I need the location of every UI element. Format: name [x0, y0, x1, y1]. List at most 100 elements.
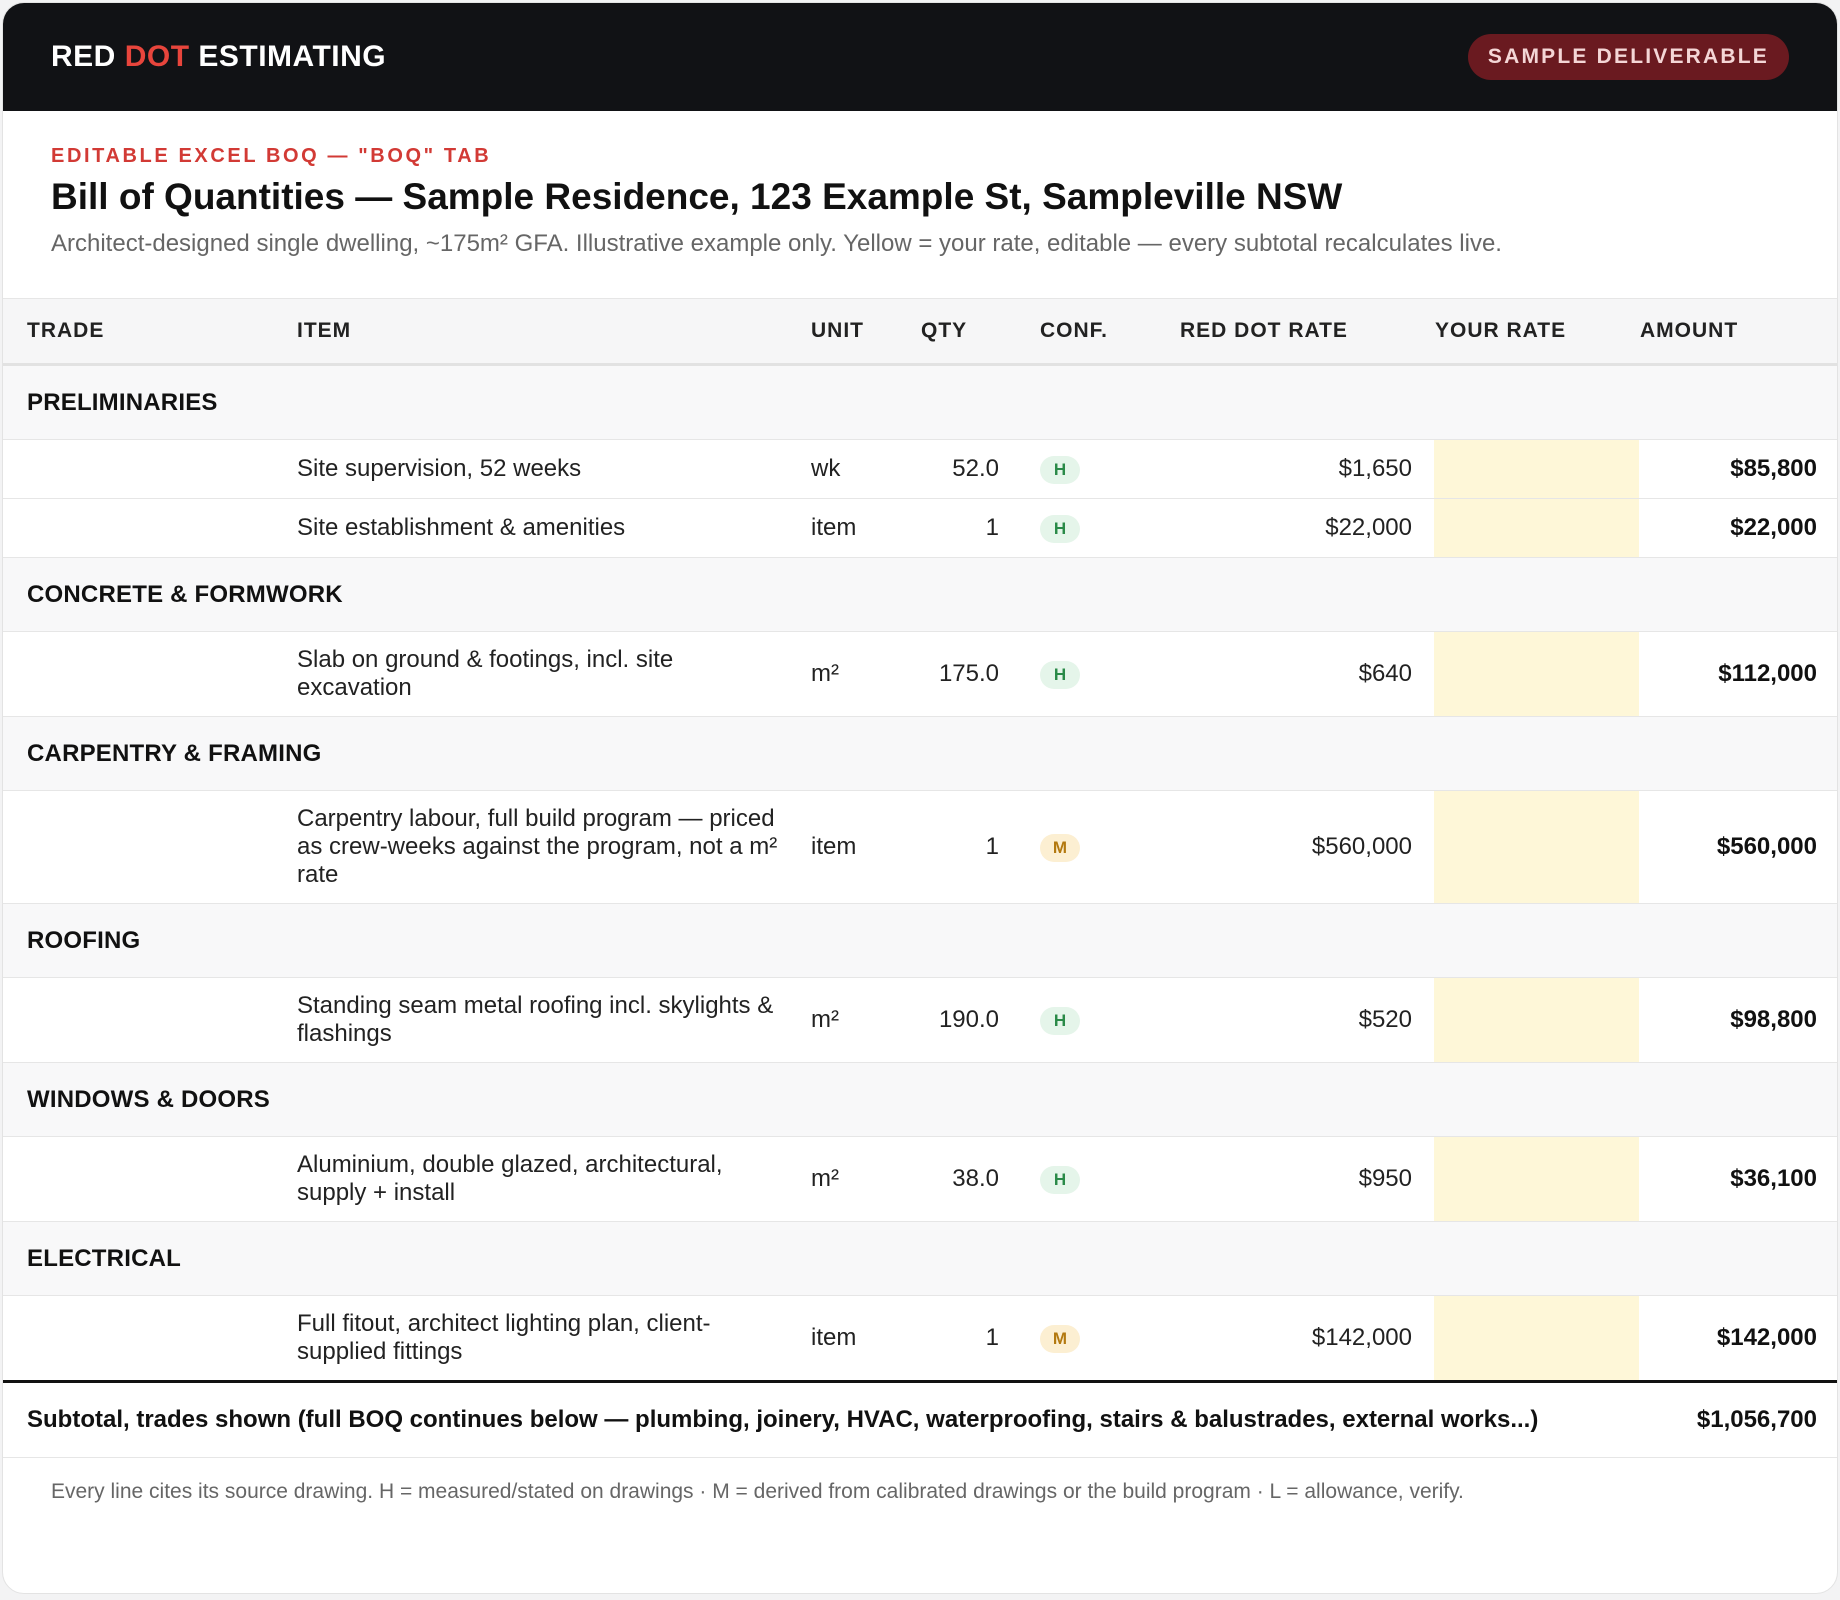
- red-dot-rate-cell: $560,000: [1179, 790, 1434, 904]
- red-dot-rate-cell: $520: [1179, 977, 1434, 1063]
- col-header-item: ITEM: [296, 298, 810, 366]
- trade-cell: [3, 977, 296, 1063]
- page-title: Bill of Quantities — Sample Residence, 1…: [51, 176, 1343, 217]
- conf-cell: M: [1039, 1295, 1179, 1382]
- trade-cell: [3, 790, 296, 904]
- qty-cell: 1: [920, 1295, 1039, 1382]
- amount-cell: $142,000: [1639, 1295, 1837, 1382]
- subtotal-row: Subtotal, trades shown (full BOQ continu…: [3, 1380, 1837, 1458]
- unit-cell: m²: [810, 1136, 920, 1222]
- trade-group-label: CARPENTRY & FRAMING: [3, 716, 1837, 791]
- table-row: Aluminium, double glazed, architectural,…: [3, 1136, 1837, 1222]
- subtotal-label: Subtotal, trades shown (full BOQ continu…: [3, 1380, 1639, 1458]
- trade-cell: [3, 631, 296, 717]
- col-header-trade: TRADE: [3, 298, 296, 366]
- footer-note: Every line cites its source drawing. H =…: [51, 1480, 1464, 1503]
- amount-cell: $98,800: [1639, 977, 1837, 1063]
- trade-cell: [3, 1295, 296, 1382]
- trade-group-row: CONCRETE & FORMWORK: [3, 557, 1837, 632]
- qty-cell: 38.0: [920, 1136, 1039, 1222]
- trade-group-label: WINDOWS & DOORS: [3, 1062, 1837, 1137]
- your-rate-input-cell[interactable]: [1434, 1136, 1639, 1222]
- your-rate-input-cell[interactable]: [1434, 498, 1639, 558]
- item-cell: Full fitout, architect lighting plan, cl…: [296, 1295, 810, 1382]
- trade-cell: [3, 1136, 296, 1222]
- red-dot-rate-cell: $640: [1179, 631, 1434, 717]
- your-rate-input-cell[interactable]: [1434, 439, 1639, 499]
- red-dot-rate-cell: $142,000: [1179, 1295, 1434, 1382]
- confidence-badge: H: [1040, 456, 1080, 484]
- table-header-row: TRADE ITEM UNIT QTY CONF. RED DOT RATE Y…: [3, 298, 1837, 366]
- table-row: Site supervision, 52 weeks wk 52.0 H $1,650 $…: [3, 439, 1837, 499]
- boq-body: PRELIMINARIES Site supervision, 52 weeks w…: [3, 364, 1837, 1382]
- qty-cell: 175.0: [920, 631, 1039, 717]
- confidence-badge: H: [1040, 515, 1080, 543]
- your-rate-input-cell[interactable]: [1434, 1295, 1639, 1382]
- table-row: Full fitout, architect lighting plan, cl…: [3, 1295, 1837, 1382]
- trade-group-row: WINDOWS & DOORS: [3, 1062, 1837, 1137]
- unit-cell: item: [810, 790, 920, 904]
- item-cell: Aluminium, double glazed, architectural,…: [296, 1136, 810, 1222]
- amount-cell: $36,100: [1639, 1136, 1837, 1222]
- conf-cell: H: [1039, 1136, 1179, 1222]
- trade-cell: [3, 498, 296, 558]
- confidence-badge: M: [1040, 1325, 1080, 1353]
- item-cell: Slab on ground & footings, incl. site ex…: [296, 631, 810, 717]
- document-header: EDITABLE EXCEL BOQ — "BOQ" TAB Bill of Q…: [3, 111, 1837, 258]
- col-header-conf: CONF.: [1039, 298, 1179, 366]
- brand-logo: RED DOT ESTIMATING: [51, 40, 387, 73]
- trade-group-label: ROOFING: [3, 903, 1837, 978]
- col-header-qty: QTY: [920, 298, 1039, 366]
- your-rate-input-cell[interactable]: [1434, 631, 1639, 717]
- qty-cell: 1: [920, 790, 1039, 904]
- qty-cell: 190.0: [920, 977, 1039, 1063]
- trade-group-label: CONCRETE & FORMWORK: [3, 557, 1837, 632]
- amount-cell: $85,800: [1639, 439, 1837, 499]
- trade-cell: [3, 439, 296, 499]
- unit-cell: m²: [810, 631, 920, 717]
- conf-cell: H: [1039, 631, 1179, 717]
- red-dot-rate-cell: $1,650: [1179, 439, 1434, 499]
- boq-card: RED DOT ESTIMATING SAMPLE DELIVERABLE ED…: [2, 2, 1838, 1594]
- trade-group-row: ELECTRICAL: [3, 1221, 1837, 1296]
- table-row: Site establishment & amenities item 1 H $22,…: [3, 498, 1837, 558]
- your-rate-input-cell[interactable]: [1434, 790, 1639, 904]
- item-cell: Site establishment & amenities: [296, 498, 810, 558]
- red-dot-rate-cell: $22,000: [1179, 498, 1434, 558]
- conf-cell: H: [1039, 439, 1179, 499]
- trade-group-row: CARPENTRY & FRAMING: [3, 716, 1837, 791]
- subtotal-amount: $1,056,700: [1639, 1380, 1837, 1458]
- trade-group-label: ELECTRICAL: [3, 1221, 1837, 1296]
- sample-deliverable-badge: SAMPLE DELIVERABLE: [1467, 34, 1789, 80]
- unit-cell: item: [810, 498, 920, 558]
- trade-group-label: PRELIMINARIES: [3, 364, 1837, 440]
- col-header-red-dot-rate: RED DOT RATE: [1179, 298, 1434, 366]
- conf-cell: M: [1039, 790, 1179, 904]
- table-row: Slab on ground & footings, incl. site ex…: [3, 631, 1837, 717]
- conf-cell: H: [1039, 977, 1179, 1063]
- unit-cell: item: [810, 1295, 920, 1382]
- qty-cell: 52.0: [920, 439, 1039, 499]
- col-header-amount: AMOUNT: [1639, 298, 1837, 366]
- unit-cell: wk: [810, 439, 920, 499]
- confidence-badge: M: [1040, 834, 1080, 862]
- confidence-badge: H: [1040, 1166, 1080, 1194]
- table-row: Carpentry labour, full build program — p…: [3, 790, 1837, 904]
- confidence-badge: H: [1040, 661, 1080, 689]
- red-dot-rate-cell: $950: [1179, 1136, 1434, 1222]
- item-cell: Site supervision, 52 weeks: [296, 439, 810, 499]
- col-header-your-rate: YOUR RATE: [1434, 298, 1639, 366]
- trade-group-row: ROOFING: [3, 903, 1837, 978]
- amount-cell: $560,000: [1639, 790, 1837, 904]
- amount-cell: $22,000: [1639, 498, 1837, 558]
- item-cell: Standing seam metal roofing incl. skylig…: [296, 977, 810, 1063]
- confidence-badge: H: [1040, 1007, 1080, 1035]
- your-rate-input-cell[interactable]: [1434, 977, 1639, 1063]
- document-kicker: EDITABLE EXCEL BOQ — "BOQ" TAB: [51, 145, 492, 167]
- qty-cell: 1: [920, 498, 1039, 558]
- page-subtitle: Architect-designed single dwelling, ~175…: [51, 230, 1502, 257]
- unit-cell: m²: [810, 977, 920, 1063]
- table-row: Standing seam metal roofing incl. skylig…: [3, 977, 1837, 1063]
- top-bar: RED DOT ESTIMATING SAMPLE DELIVERABLE: [3, 3, 1837, 111]
- conf-cell: H: [1039, 498, 1179, 558]
